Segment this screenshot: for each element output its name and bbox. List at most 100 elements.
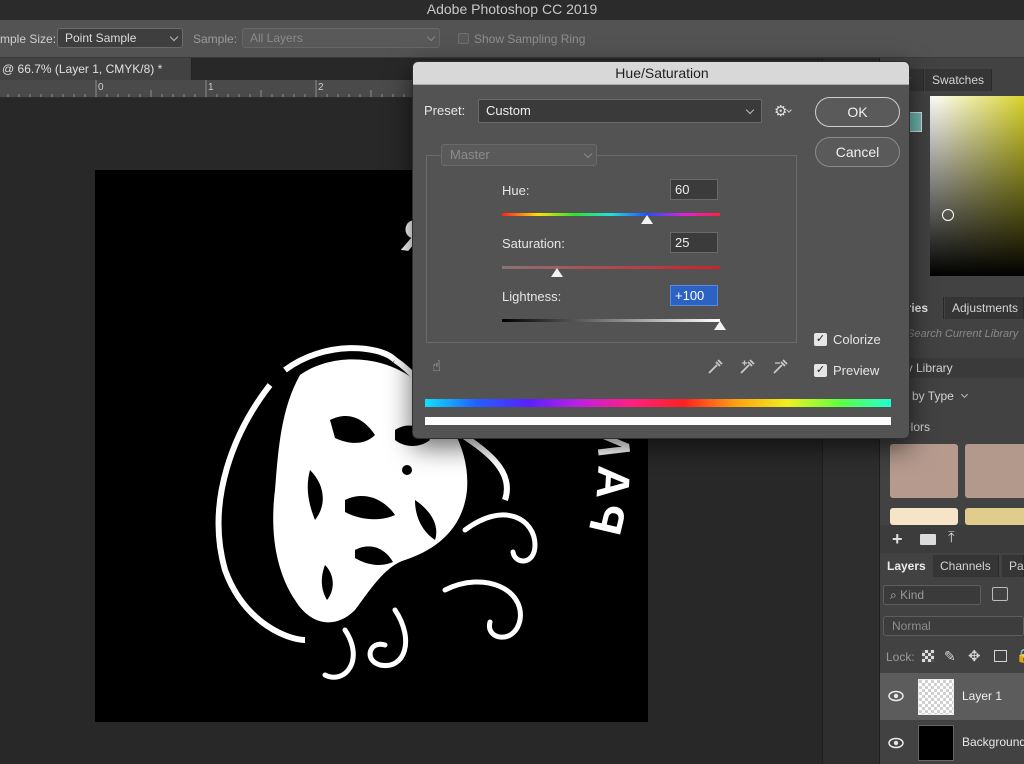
library-swatch-2[interactable]	[890, 508, 958, 525]
dialog-title-bar[interactable]: Hue/Saturation	[413, 62, 909, 85]
sample-select[interactable]: All Layers	[242, 28, 440, 48]
cancel-button[interactable]: Cancel	[815, 137, 900, 167]
show-sampling-ring-label: Show Sampling Ring	[474, 32, 586, 46]
colorize-checkbox[interactable]: ✓	[814, 333, 827, 346]
dialog-title: Hue/Saturation	[615, 65, 709, 81]
tab-layers[interactable]: Layers	[880, 555, 934, 577]
library-swatch-3[interactable]	[965, 508, 1024, 525]
saturation-input[interactable]: 25	[670, 232, 718, 253]
targeted-adjustment-hand-icon[interactable]: ☝	[432, 357, 441, 375]
app-title: Adobe Photoshop CC 2019	[426, 1, 598, 17]
hue-slider-track[interactable]	[502, 213, 720, 216]
lock-artboard-icon[interactable]	[994, 650, 1007, 662]
lock-label: Lock:	[886, 650, 915, 664]
channel-value: Master	[450, 147, 490, 162]
colorize-label: Colorize	[833, 332, 881, 347]
upload-icon[interactable]: ⤒	[948, 529, 955, 546]
eyedropper-icon[interactable]	[706, 358, 724, 376]
library-name: ly Library	[904, 361, 953, 375]
tab-adjustments[interactable]: Adjustments	[945, 297, 1024, 319]
tab-swatches-label: Swatches	[932, 73, 985, 87]
ruler-mark: 1	[208, 82, 214, 93]
options-bar: mple Size: Point Sample Sample: All Laye…	[0, 20, 1024, 58]
preset-value: Custom	[486, 103, 531, 118]
library-footer: + ⤒	[880, 525, 1024, 553]
show-sampling-ring-checkbox[interactable]	[458, 33, 469, 44]
blend-mode-select[interactable]: Normal	[883, 616, 1024, 636]
chevron-down-icon	[961, 390, 969, 399]
lightness-input[interactable]: +100	[670, 285, 718, 306]
image-filter-icon[interactable]	[992, 587, 1008, 601]
hue-slider-thumb[interactable]	[641, 215, 654, 224]
library-search-placeholder: Search Current Library	[907, 328, 1019, 340]
chevron-down-icon	[583, 149, 593, 159]
eye-icon[interactable]	[888, 737, 904, 749]
eye-icon[interactable]	[888, 690, 904, 702]
color-picker-field[interactable]	[930, 96, 1024, 276]
add-icon[interactable]: +	[892, 529, 903, 550]
lock-all-icon[interactable]: 🔒	[1016, 648, 1024, 664]
eyedropper-add-icon[interactable]	[738, 358, 758, 376]
layer-row[interactable]: Background	[880, 721, 1024, 764]
folder-icon[interactable]	[920, 534, 936, 545]
layer-thumbnail	[918, 679, 954, 715]
adjustment-group	[426, 155, 797, 343]
lightness-slider-thumb[interactable]	[714, 321, 726, 330]
sample-label: Sample:	[193, 32, 238, 46]
preset-select[interactable]: Custom	[478, 99, 762, 123]
layer-row[interactable]: Layer 1	[880, 673, 1024, 720]
preview-label: Preview	[833, 363, 880, 378]
document-tab-label: @ 66.7% (Layer 1, CMYK/8) *	[2, 62, 163, 76]
preview-checkbox[interactable]: ✓	[814, 364, 827, 377]
lightness-label: Lightness:	[502, 289, 562, 304]
sample-size-select[interactable]: Point Sample	[57, 28, 183, 48]
sample-size-value: Point Sample	[65, 31, 137, 45]
lock-transparency-icon[interactable]	[922, 650, 934, 662]
chevron-down-icon	[426, 32, 436, 42]
layer-kind-filter[interactable]: ⌕ Kind	[883, 585, 981, 605]
sample-value: All Layers	[250, 31, 303, 45]
chevron-down-icon	[169, 32, 179, 42]
lock-move-icon[interactable]: ✥	[968, 647, 981, 665]
tab-channels[interactable]: Channels	[933, 555, 999, 577]
hue-input[interactable]: 60	[670, 179, 718, 200]
lightness-value: +100	[675, 288, 705, 303]
app-title-bar: Adobe Photoshop CC 2019	[0, 0, 1024, 20]
preset-label: Preset:	[424, 103, 466, 118]
lightness-slider-track[interactable]	[502, 319, 720, 322]
layer-thumbnail	[918, 725, 954, 761]
document-tab[interactable]: @ 66.7% (Layer 1, CMYK/8) *	[0, 58, 192, 80]
color-picker-handle[interactable]	[942, 209, 954, 221]
tab-paths-label: Pa	[1009, 559, 1024, 573]
hue-saturation-dialog: Hue/Saturation Preset: Custom ⚙ OK Cance…	[412, 61, 910, 439]
ruler-mark: 0	[98, 82, 104, 93]
tab-channels-label: Channels	[940, 559, 991, 573]
tab-adjustments-label: Adjustments	[952, 301, 1019, 315]
layer-name: Layer 1	[962, 689, 1003, 703]
hue-value: 60	[675, 182, 690, 197]
cancel-label: Cancel	[835, 144, 880, 160]
lock-brush-icon[interactable]: ✎	[944, 648, 956, 665]
blend-mode-value: Normal	[892, 619, 931, 633]
tab-paths[interactable]: Pa	[1002, 555, 1024, 577]
output-spectrum-bar	[425, 417, 891, 425]
foreground-color-swatch[interactable]	[908, 112, 922, 132]
ok-label: OK	[847, 104, 868, 120]
saturation-slider-thumb[interactable]	[550, 268, 563, 277]
gear-icon[interactable]: ⚙	[774, 102, 787, 120]
kind-label: Kind	[900, 588, 925, 602]
tab-swatches[interactable]: Swatches	[925, 69, 993, 91]
channel-select[interactable]: Master	[441, 144, 597, 166]
ruler-mark: 2	[318, 82, 324, 93]
saturation-slider-track[interactable]	[502, 266, 720, 269]
saturation-value: 25	[675, 235, 690, 250]
search-icon: ⌕	[890, 588, 897, 602]
library-swatch-1[interactable]	[965, 444, 1024, 498]
chevron-down-icon	[745, 105, 755, 115]
input-spectrum-bar	[425, 399, 891, 407]
sample-size-label: mple Size:	[0, 32, 57, 46]
eyedropper-subtract-icon[interactable]	[771, 358, 791, 376]
ok-button[interactable]: OK	[815, 97, 900, 127]
library-swatch-0[interactable]	[890, 444, 958, 498]
saturation-label: Saturation:	[502, 236, 565, 251]
